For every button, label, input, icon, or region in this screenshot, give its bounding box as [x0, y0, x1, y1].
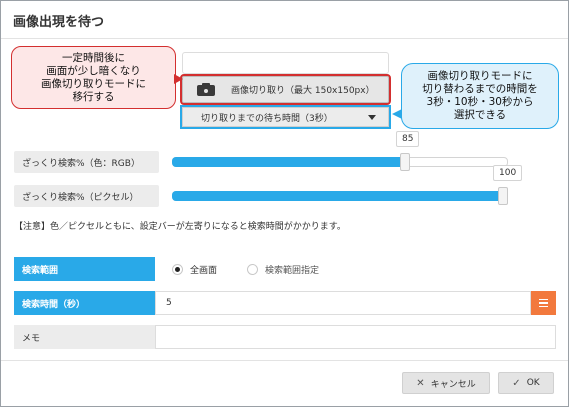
chevron-down-icon: [368, 115, 376, 120]
callout-left-pointer: [174, 74, 183, 84]
search-range-label: 検索範囲: [14, 257, 155, 281]
ok-button-label: OK: [526, 378, 540, 388]
callout-right-line: 画像切り取りモードに: [427, 70, 533, 82]
crop-wait-time-select[interactable]: 切り取りまでの待ち時間（3秒）: [180, 105, 391, 129]
memo-input[interactable]: [155, 325, 556, 349]
slider-fill: [172, 157, 405, 167]
slider-handle[interactable]: [400, 153, 410, 171]
slider-fill: [172, 191, 503, 201]
ok-button[interactable]: ✓ OK: [498, 372, 554, 394]
callout-right-line: 切り替わるまでの時間を: [422, 83, 538, 95]
search-range-radio-group: 全画面 検索範囲指定: [172, 263, 349, 276]
radio-range-specified[interactable]: [247, 264, 259, 275]
cancel-button-label: キャンセル: [430, 379, 476, 390]
callout-left-line: 画面が少し暗くなり: [46, 64, 141, 77]
slider-handle[interactable]: [498, 187, 508, 205]
memo-label: メモ: [14, 325, 155, 349]
search-time-label: 検索時間（秒）: [14, 291, 155, 315]
close-icon: ✕: [416, 377, 425, 389]
rgb-search-label: ざっくり検索%（色：RGB）: [14, 151, 159, 173]
check-icon: ✓: [512, 377, 521, 389]
title-bar: 画像出現を待つ: [1, 1, 568, 39]
pixel-slider-value: 100: [493, 165, 523, 181]
callout-left-line: 画像切り取りモードに: [41, 77, 146, 90]
caution-note: 【注意】色／ピクセルともに、設定バーが左寄りになると検索時間がかかります。: [14, 222, 346, 232]
rgb-slider-value: 85: [396, 131, 420, 147]
pixel-search-label: ざっくり検索%（ピクセル）: [14, 185, 159, 207]
cancel-button[interactable]: ✕ キャンセル: [402, 372, 490, 394]
radio-range-specified-label[interactable]: 検索範囲指定: [265, 263, 319, 276]
dialog-title: 画像出現を待つ: [13, 15, 105, 30]
callout-right-line: 選択できる: [453, 109, 507, 121]
footer-divider: [1, 360, 568, 361]
wait-for-image-dialog: 画像出現を待つ 画像切り取り（最大 150x150px） 切り取りまでの待ち時間…: [0, 0, 569, 407]
radio-full-screen-label[interactable]: 全画面: [190, 263, 217, 276]
callout-wait-time: 画像切り取りモードに 切り替わるまでの時間を 3秒・10秒・30秒から 選択でき…: [401, 63, 559, 129]
menu-icon[interactable]: [531, 291, 556, 315]
callout-right-pointer: [392, 109, 402, 119]
callout-left-line: 一定時間後に: [62, 51, 125, 64]
radio-full-screen[interactable]: [172, 264, 183, 275]
camera-icon: [197, 83, 215, 96]
callout-left-line: 移行する: [72, 90, 115, 103]
wait-time-selected: 切り取りまでの待ち時間（3秒）: [201, 113, 333, 124]
callout-crop-mode: 一定時間後に 画面が少し暗くなり 画像切り取りモードに 移行する: [11, 46, 176, 109]
search-time-input[interactable]: 5: [155, 291, 531, 315]
crop-button-label: 画像切り取り（最大 150x150px）: [231, 86, 375, 96]
callout-right-line: 3秒・10秒・30秒から: [426, 96, 534, 108]
crop-image-button[interactable]: 画像切り取り（最大 150x150px）: [180, 74, 391, 105]
crop-preview-box: [182, 52, 389, 74]
